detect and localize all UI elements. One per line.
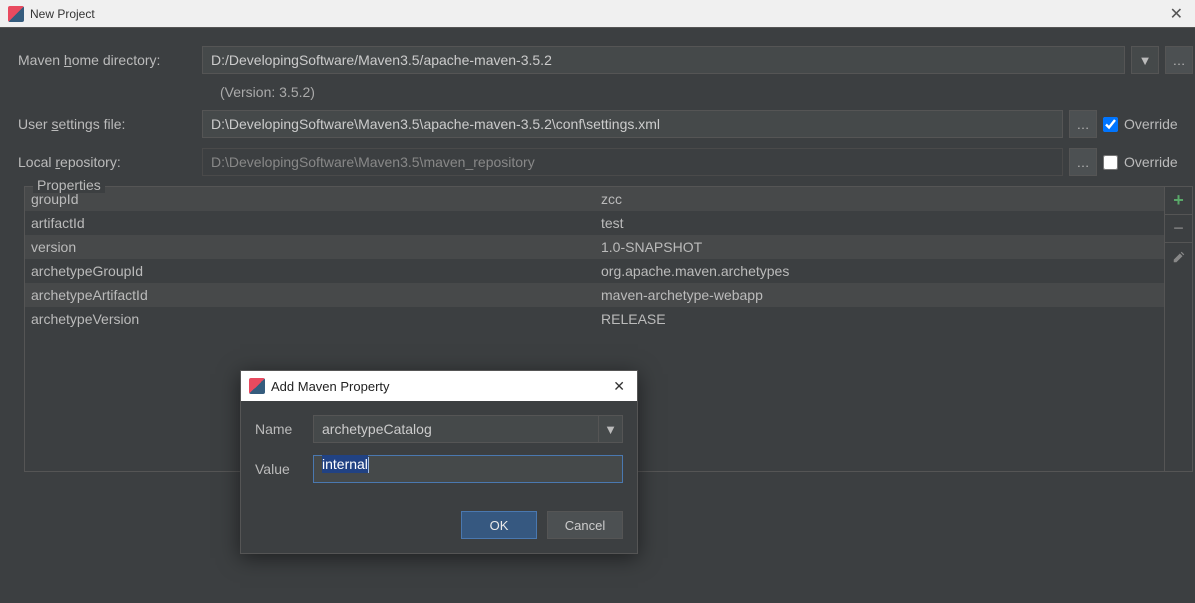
prop-val: RELEASE <box>601 311 1158 327</box>
check-label: Override <box>1124 154 1178 170</box>
combo-value: D:/DevelopingSoftware/Maven3.5/apache-ma… <box>211 52 552 68</box>
combo-value: archetypeCatalog <box>314 421 598 437</box>
prop-val: test <box>601 215 1158 231</box>
label-text: Local <box>18 154 55 170</box>
label-value: Value <box>255 461 313 477</box>
label-text: ettings file: <box>58 116 125 132</box>
row-property-name: Name archetypeCatalog ▼ <box>255 415 623 443</box>
maven-home-combo[interactable]: D:/DevelopingSoftware/Maven3.5/apache-ma… <box>202 46 1125 74</box>
dialog-title: Add Maven Property <box>271 379 609 394</box>
prop-val: maven-archetype-webapp <box>601 287 1158 303</box>
table-row[interactable]: version 1.0-SNAPSHOT <box>25 235 1164 259</box>
add-property-button[interactable]: + <box>1165 187 1192 215</box>
prop-val: org.apache.maven.archetypes <box>601 263 1158 279</box>
label-local-repo: Local repository: <box>18 154 202 170</box>
dialog-body: Name archetypeCatalog ▼ Value internal <box>241 401 637 501</box>
property-value-input[interactable]: internal <box>313 455 623 483</box>
label-text: User <box>18 116 51 132</box>
input-value: internal <box>322 455 368 473</box>
properties-legend: Properties <box>33 177 105 193</box>
close-icon[interactable]: ✕ <box>1166 4 1187 24</box>
property-name-combo[interactable]: archetypeCatalog ▼ <box>313 415 623 443</box>
repo-path-input <box>202 148 1063 176</box>
remove-property-button[interactable]: − <box>1165 215 1192 243</box>
row-maven-home: Maven home directory: D:/DevelopingSoftw… <box>18 46 1195 74</box>
prop-val: 1.0-SNAPSHOT <box>601 239 1158 255</box>
override-settings-check[interactable]: Override <box>1103 116 1193 132</box>
prop-key: artifactId <box>31 215 601 231</box>
checkbox[interactable] <box>1103 117 1118 132</box>
settings-path-input[interactable] <box>202 110 1063 138</box>
cancel-button[interactable]: Cancel <box>547 511 623 539</box>
app-icon <box>8 6 24 22</box>
table-row[interactable]: artifactId test <box>25 211 1164 235</box>
chevron-down-icon[interactable]: ▼ <box>598 416 622 442</box>
table-row[interactable]: archetypeGroupId org.apache.maven.archet… <box>25 259 1164 283</box>
mnemonic: h <box>64 52 72 68</box>
ellipsis-icon: … <box>1077 117 1090 132</box>
label-text: epository: <box>60 154 121 170</box>
row-local-repo: Local repository: … Override <box>18 148 1195 176</box>
label-name: Name <box>255 421 313 437</box>
browse-home-button[interactable]: … <box>1165 46 1193 74</box>
table-row[interactable]: archetypeVersion RELEASE <box>25 307 1164 331</box>
edit-property-button[interactable] <box>1165 243 1192 271</box>
browse-repo-button[interactable]: … <box>1069 148 1097 176</box>
ellipsis-icon: … <box>1077 155 1090 170</box>
prop-key: archetypeGroupId <box>31 263 601 279</box>
window-title: New Project <box>30 7 1166 21</box>
prop-val: zcc <box>601 191 1158 207</box>
dialog-buttons: OK Cancel <box>241 501 637 553</box>
prop-key: version <box>31 239 601 255</box>
row-user-settings: User settings file: … Override <box>18 110 1195 138</box>
titlebar: New Project ✕ <box>0 0 1195 28</box>
field-user-settings: … Override <box>202 110 1193 138</box>
ok-button[interactable]: OK <box>461 511 537 539</box>
minus-icon: − <box>1173 218 1184 239</box>
prop-key: groupId <box>31 191 601 207</box>
ellipsis-icon: … <box>1173 53 1186 68</box>
field-maven-home: D:/DevelopingSoftware/Maven3.5/apache-ma… <box>202 46 1193 74</box>
row-property-value: Value internal <box>255 455 623 483</box>
field-local-repo: … Override <box>202 148 1193 176</box>
label-maven-home: Maven home directory: <box>18 52 202 68</box>
pencil-icon <box>1172 250 1186 264</box>
check-label: Override <box>1124 116 1178 132</box>
browse-settings-button[interactable]: … <box>1069 110 1097 138</box>
dialog-titlebar: Add Maven Property ✕ <box>241 371 637 401</box>
label-text: Maven <box>18 52 64 68</box>
maven-version-note: (Version: 3.5.2) <box>220 84 1195 100</box>
close-icon[interactable]: ✕ <box>609 378 629 395</box>
add-property-dialog: Add Maven Property ✕ Name archetypeCatal… <box>240 370 638 554</box>
properties-side-buttons: + − <box>1164 187 1192 471</box>
button-label: OK <box>490 518 509 533</box>
prop-key: archetypeVersion <box>31 311 601 327</box>
prop-key: archetypeArtifactId <box>31 287 601 303</box>
checkbox[interactable] <box>1103 155 1118 170</box>
text-cursor <box>368 457 369 473</box>
plus-icon: + <box>1173 190 1184 211</box>
table-row[interactable]: groupId zcc <box>25 187 1164 211</box>
label-user-settings: User settings file: <box>18 116 202 132</box>
button-label: Cancel <box>565 518 605 533</box>
table-row[interactable]: archetypeArtifactId maven-archetype-weba… <box>25 283 1164 307</box>
override-repo-check[interactable]: Override <box>1103 154 1193 170</box>
label-text: ome directory: <box>72 52 161 68</box>
chevron-down-icon[interactable]: ▼ <box>1131 46 1159 74</box>
app-icon <box>249 378 265 394</box>
